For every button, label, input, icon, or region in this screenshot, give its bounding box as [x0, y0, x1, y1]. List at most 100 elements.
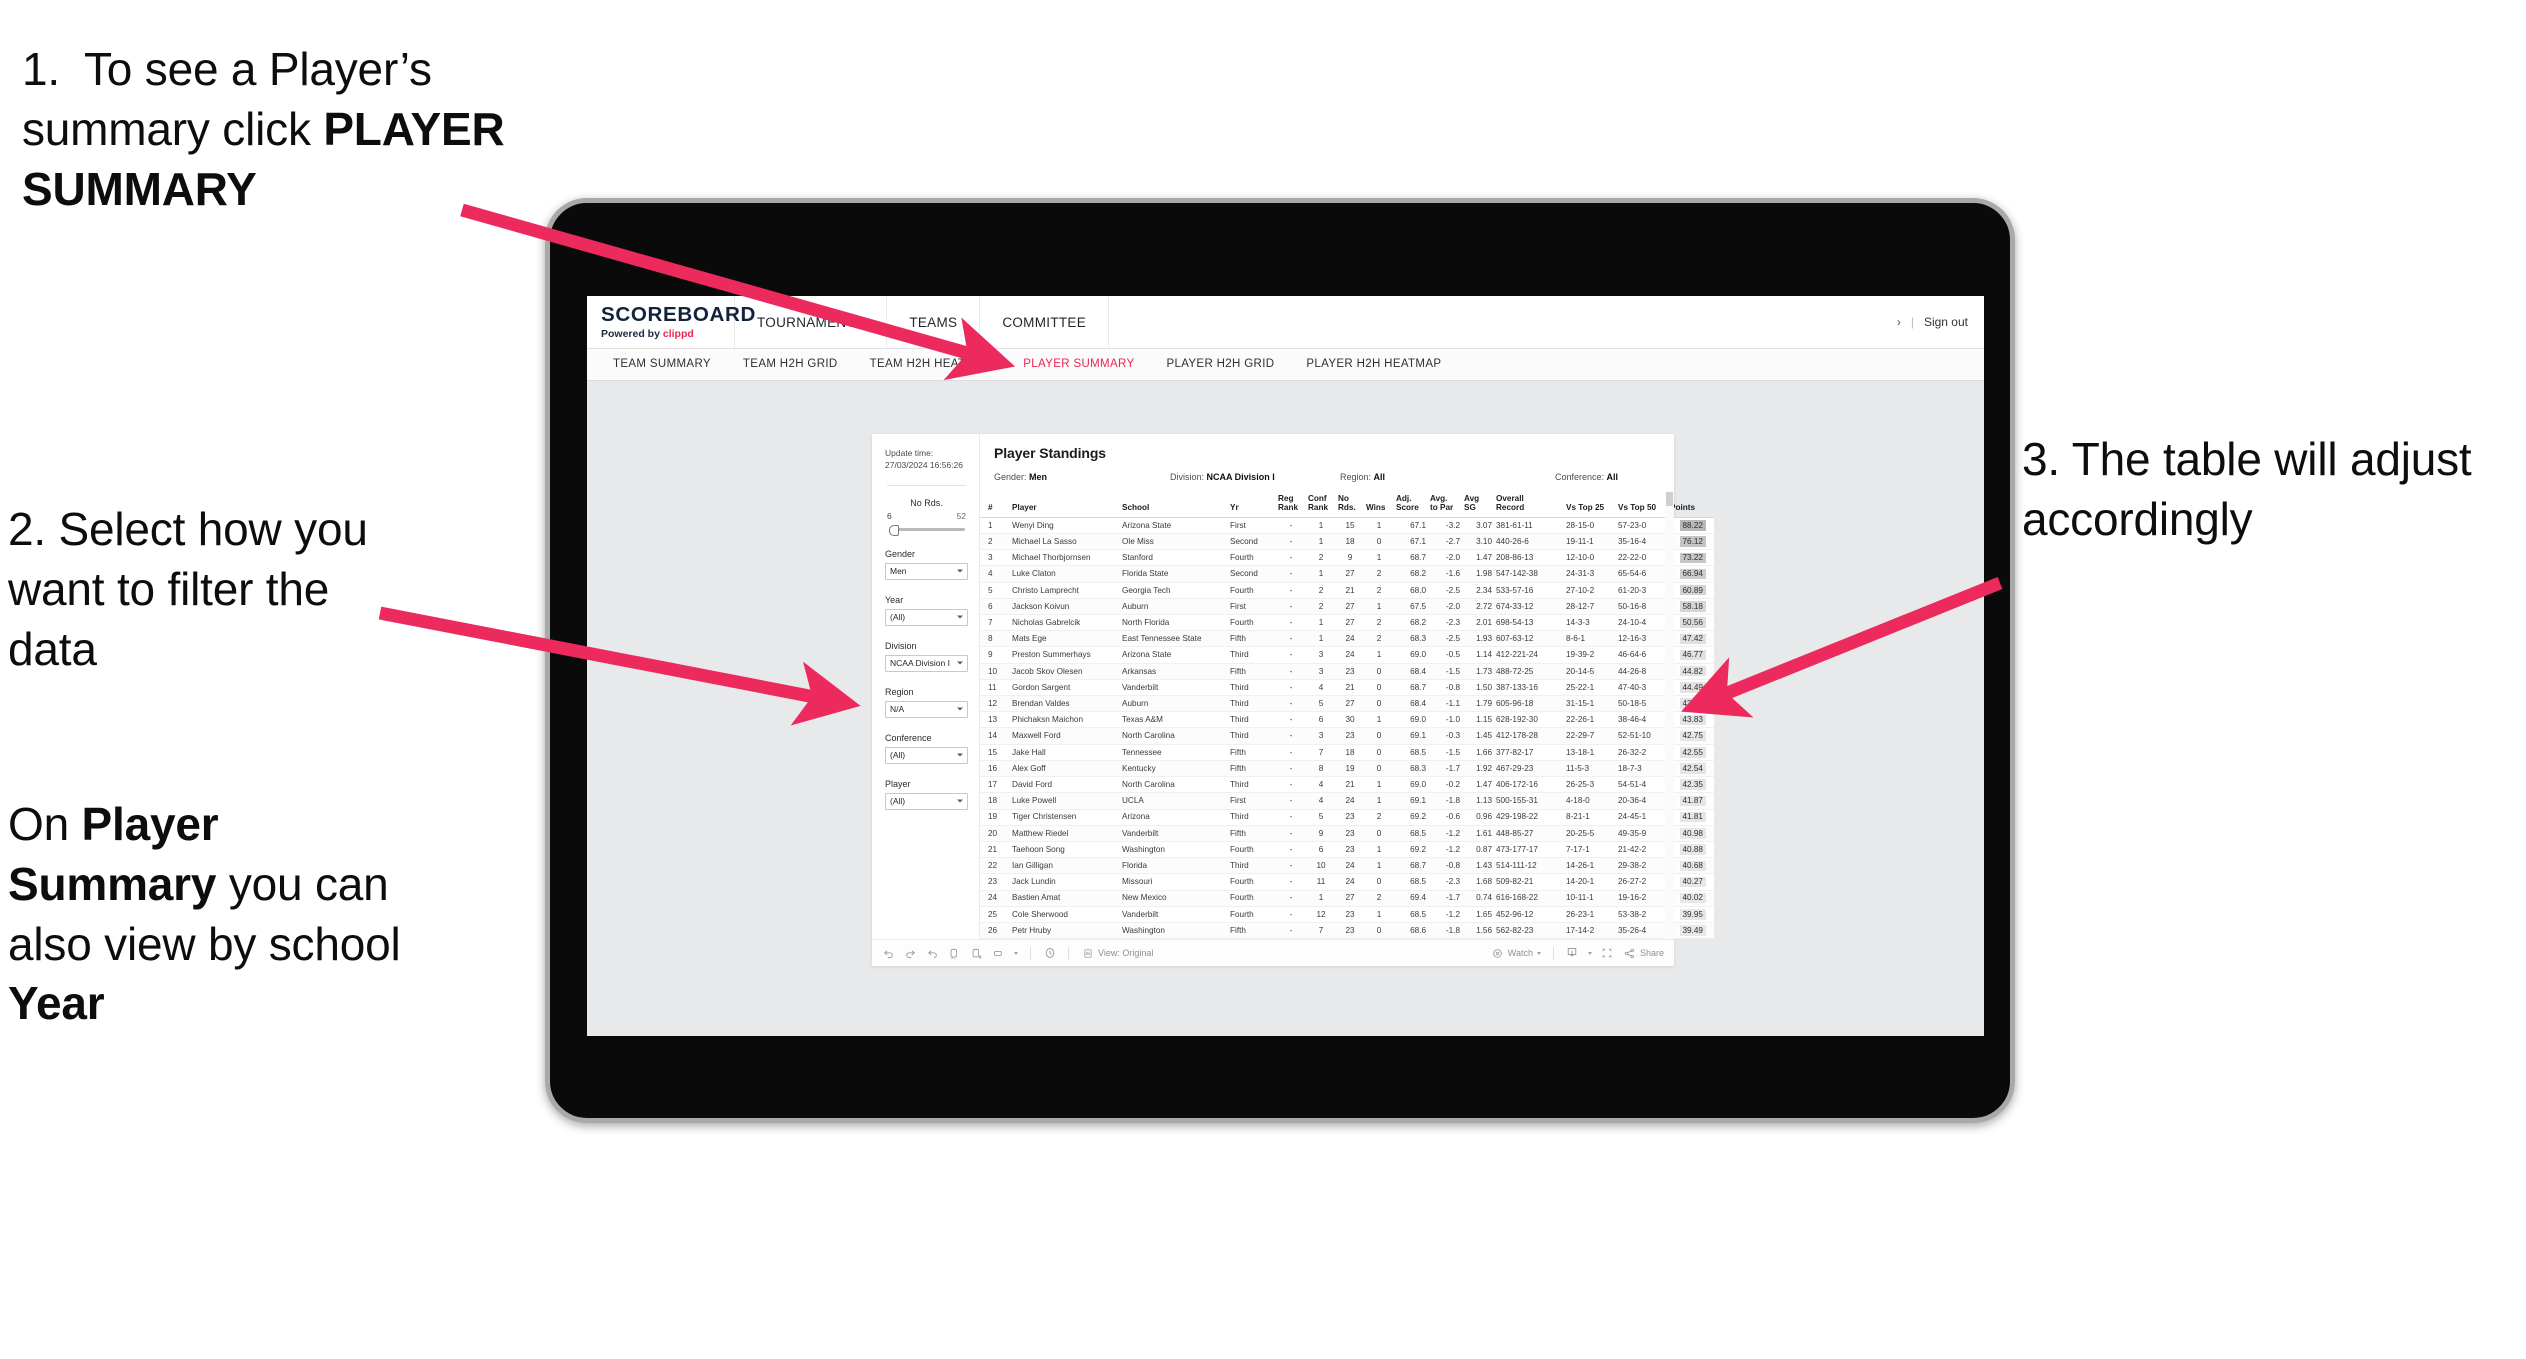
cell-school: North Carolina	[1120, 727, 1228, 745]
download-caret-icon[interactable]	[1587, 951, 1592, 955]
table-row[interactable]: 19 Tiger Christensen Arizona Third -5 23 2 69.2…	[980, 809, 1714, 826]
table-row[interactable]: 14 Maxwell Ford North Carolina Third -3 23 0 69…	[980, 727, 1714, 745]
nav-item-tournaments[interactable]: TOURNAMENTS	[735, 296, 888, 348]
table-row[interactable]: 24 Bastien Amat New Mexico Fourth -1 27 2 69.4-…	[980, 890, 1714, 907]
table-row[interactable]: 3 Michael Thorbjornsen Stanford Fourth -2 9 1 6…	[980, 549, 1714, 567]
gender-select[interactable]: Men	[885, 562, 968, 580]
revert-icon[interactable]	[926, 947, 939, 960]
cell-school: Vanderbilt	[1120, 825, 1228, 842]
table-row[interactable]: 12 Brendan Valdes Auburn Third -5 27 0 68.4 -1.1…	[980, 695, 1714, 713]
col-player[interactable]: Player	[1010, 491, 1120, 518]
nav-item-teams[interactable]: TEAMS	[887, 296, 981, 348]
device-layout-icon[interactable]	[992, 947, 1005, 960]
col-school[interactable]: School	[1120, 491, 1228, 518]
tab-team-h2h-heatmap[interactable]: TEAM H2H HEATMAP	[854, 349, 1008, 380]
table-row[interactable]: 7 Nicholas Gabrelcik North Florida Fourth -1…	[980, 614, 1714, 632]
points-value: 73.22	[1679, 552, 1706, 564]
view-original-button[interactable]: View: Original	[1081, 947, 1153, 960]
cell-yr: Fourth	[1228, 549, 1276, 567]
table-row[interactable]: 6 Jackson Koivun Auburn First -2 27 1 67.5 -2.0 2…	[980, 598, 1714, 616]
cell-avg-to-par: -0.6	[1428, 809, 1462, 826]
col-adj-score[interactable]: Adj. Score	[1394, 491, 1428, 518]
col-vs-top-50[interactable]: Vs Top 50	[1616, 491, 1668, 518]
refresh-data-icon[interactable]	[948, 947, 961, 960]
cell-avg-sg: 1.45	[1462, 727, 1494, 745]
cell-rank: 21	[980, 841, 1010, 859]
table-row[interactable]: 15 Jake Hall Tennessee Fifth -7 18 0 68.5 -1.5 1.…	[980, 744, 1714, 761]
table-row[interactable]: 20 Matthew Riedel Vanderbilt Fifth -9 23 0 68.5…	[980, 825, 1714, 842]
table-row[interactable]: 21 Taehoon Song Washington Fourth -6 23 1 69.2-…	[980, 841, 1714, 859]
watch-button[interactable]: Watch	[1491, 947, 1541, 960]
table-row[interactable]: 13 Phichaksn Maichon Texas A&M Third -6 30 1 69…	[980, 711, 1714, 729]
device-layout-caret-icon[interactable]	[1014, 951, 1018, 955]
table-row[interactable]: 1 Wenyi Ding Arizona State First -1 15 1 67.1 -3…	[980, 517, 1714, 535]
col-avg-sg[interactable]: Avg SG	[1462, 491, 1494, 518]
table-row[interactable]: 9 Preston Summerhays Arizona State Third -3 2…	[980, 646, 1714, 664]
tab-team-h2h-grid[interactable]: TEAM H2H GRID	[727, 349, 854, 380]
table-row[interactable]: 16 Alex Goff Kentucky Fifth -8 19 0 68.3 -1.7 1.9…	[980, 760, 1714, 778]
col-overall-record[interactable]: Overall Record	[1494, 491, 1564, 518]
account-chevron-icon[interactable]: ›	[1897, 315, 1901, 329]
table-vertical-scrollbar[interactable]	[1665, 491, 1674, 940]
table-row[interactable]: 4 Luke Claton Florida State Second -1 27 2 68.2…	[980, 565, 1714, 583]
region-select[interactable]: N/A	[885, 700, 968, 718]
cell-adj-score: 68.2	[1394, 614, 1428, 632]
clock-history-icon[interactable]	[1043, 947, 1056, 960]
col-no-rds[interactable]: No Rds.	[1336, 491, 1364, 518]
cell-reg-rank: -	[1276, 533, 1306, 551]
col-avg-to-par[interactable]: Avg. to Par	[1428, 491, 1462, 518]
cell-school: Kentucky	[1120, 760, 1228, 778]
cell-no-rds: 23	[1336, 727, 1364, 745]
col-wins[interactable]: Wins	[1364, 491, 1394, 518]
year-select[interactable]: (All)	[885, 608, 968, 626]
cell-vs-top-25: 8-21-1	[1564, 809, 1616, 826]
brand-logo[interactable]: SCOREBOARD Powered by clippd	[587, 296, 755, 348]
table-row[interactable]: 25 Cole Sherwood Vanderbilt Fourth -12 23 1 68.…	[980, 906, 1714, 923]
share-icon	[1623, 947, 1636, 960]
cell-avg-sg: 1.13	[1462, 792, 1494, 810]
player-select[interactable]: (All)	[885, 792, 968, 810]
download-icon[interactable]	[1566, 947, 1579, 960]
tab-player-summary[interactable]: PLAYER SUMMARY	[1007, 349, 1150, 380]
conference-select[interactable]: (All)	[885, 746, 968, 764]
table-row[interactable]: 11 Gordon Sargent Vanderbilt Third -4 21 0 68.7…	[980, 679, 1714, 697]
col-rank[interactable]: #	[980, 491, 1010, 518]
annotation-step-2b: On Player Summary you can also view by s…	[8, 795, 428, 1034]
table-row[interactable]: 22 Ian Gilligan Florida Third -10 24 1 68.7 -0.8…	[980, 857, 1714, 875]
cell-vs-top-50: 35-26-4	[1616, 922, 1668, 940]
nav-item-committee[interactable]: COMMITTEE	[980, 296, 1110, 348]
col-points[interactable]: Points	[1668, 491, 1714, 518]
table-row[interactable]: 26 Petr Hruby Washington Fifth -7 23 0 68.6 -1.8…	[980, 922, 1714, 940]
slider-thumb[interactable]	[889, 524, 899, 536]
table-row[interactable]: 5 Christo Lamprecht Georgia Tech Fourth -2 21…	[980, 582, 1714, 599]
tab-player-h2h-heatmap[interactable]: PLAYER H2H HEATMAP	[1290, 349, 1457, 380]
col-reg-rank[interactable]: Reg Rank	[1276, 491, 1306, 518]
col-vs-top-25[interactable]: Vs Top 25	[1564, 491, 1616, 518]
sign-out-link[interactable]: Sign out	[1924, 315, 1968, 329]
col-yr[interactable]: Yr	[1228, 491, 1276, 518]
table-row[interactable]: 17 David Ford North Carolina Third -4 21 1 69.0…	[980, 776, 1714, 794]
table-row[interactable]: 23 Jack Lundin Missouri Fourth -11 24 0 68.5 -2.…	[980, 873, 1714, 891]
fullscreen-icon[interactable]	[1601, 947, 1614, 960]
tab-team-summary[interactable]: TEAM SUMMARY	[597, 349, 727, 380]
col-conf-rank[interactable]: Conf Rank	[1306, 491, 1336, 518]
scrollbar-thumb[interactable]	[1666, 492, 1673, 506]
applied-filter-division: Division: NCAA Division I	[1170, 472, 1340, 482]
tab-player-h2h-grid[interactable]: PLAYER H2H GRID	[1150, 349, 1290, 380]
annotation-step-1-line2-bold: PLAYER	[323, 102, 505, 155]
redo-icon[interactable]	[904, 947, 917, 960]
share-button[interactable]: Share	[1623, 947, 1664, 960]
table-row[interactable]: 8 Mats Ege East Tennessee State Fifth -1 24 2 6…	[980, 630, 1714, 648]
table-row[interactable]: 2 Michael La Sasso Ole Miss Second -1 18 0 67.1…	[980, 533, 1714, 551]
division-select[interactable]: NCAA Division I	[885, 654, 968, 672]
cell-school: Washington	[1120, 841, 1228, 859]
pause-auto-update-icon[interactable]	[970, 947, 983, 960]
points-value: 58.18	[1679, 601, 1706, 612]
cell-yr: Fourth	[1228, 890, 1276, 907]
undo-icon[interactable]	[882, 947, 895, 960]
cell-overall-record: 412-178-28	[1494, 727, 1564, 745]
table-row[interactable]: 10 Jacob Skov Olesen Arkansas Fifth -3 23 0 68.…	[980, 663, 1714, 680]
table-row[interactable]: 18 Luke Powell UCLA First -4 24 1 69.1 -1.8 1.13 5…	[980, 792, 1714, 810]
cell-avg-sg: 2.01	[1462, 614, 1494, 632]
no-rounds-slider[interactable]	[889, 524, 965, 536]
